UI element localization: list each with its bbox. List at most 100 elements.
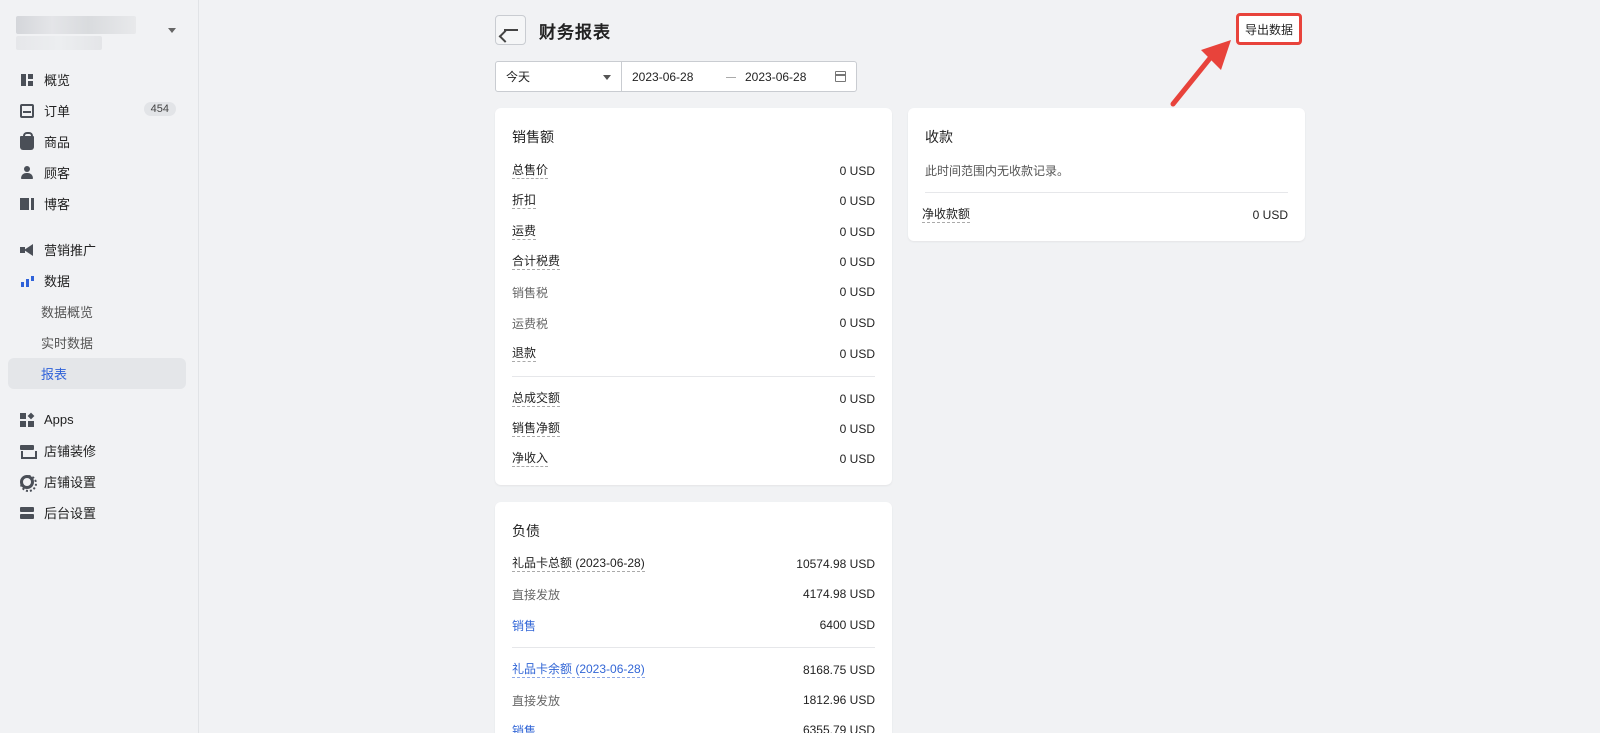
sidebar-item-orders[interactable]: 订单 454 [8,95,186,126]
sidebar-item-label: 数据 [44,274,71,289]
start-date[interactable]: 2023-06-28 [632,70,693,84]
dashboard-icon [20,73,34,87]
row-value: 0 USD [839,422,875,436]
row-label[interactable]: 礼品卡总额 (2023-06-28) [512,556,645,572]
end-date[interactable]: 2023-06-28 [745,70,806,84]
row-value: 0 USD [1252,208,1288,222]
row-value: 0 USD [839,285,875,299]
sidebar-item-marketing[interactable]: 营销推广 [8,234,186,265]
table-row: 退款 0 USD [512,344,875,364]
divider [512,647,875,648]
row-label[interactable]: 净收入 [512,451,549,467]
sidebar-item-products[interactable]: 商品 [8,126,186,157]
row-label-link[interactable]: 销售 [512,617,536,634]
blog-icon [20,197,34,211]
sidebar-item-label: 概览 [44,73,71,88]
row-value: 0 USD [839,392,875,406]
sidebar-item-label: 博客 [44,197,71,212]
store-switcher[interactable] [16,16,182,52]
row-label[interactable]: 总售价 [512,163,549,179]
row-label-link[interactable]: 销售 [512,722,536,733]
apps-icon [20,412,34,427]
divider [512,376,875,377]
sidebar-item-live-data[interactable]: 实时数据 [8,327,186,358]
table-row: 礼品卡总额 (2023-06-28) 10574.98 USD [512,554,875,574]
sidebar-item-label: Apps [44,412,74,427]
row-label[interactable]: 合计税费 [512,254,561,270]
sidebar-item-customers[interactable]: 顾客 [8,157,186,188]
back-button[interactable] [495,15,526,45]
store-name-blurred [16,16,136,34]
sidebar-item-label: 店铺设置 [44,475,97,490]
table-row: 净收款额 0 USD [922,205,1288,225]
orders-count-badge: 454 [143,102,176,116]
row-label[interactable]: 折扣 [512,193,537,209]
sidebar-item-admin-settings[interactable]: 后台设置 [8,497,186,528]
row-label: 直接发放 [512,693,561,708]
sidebar-item-label: 商品 [44,135,71,150]
row-value: 6355.79 USD [802,723,875,733]
table-row: 销售税 0 USD [512,282,875,302]
page-title: 财务报表 [539,23,611,42]
card-title: 销售额 [512,129,554,145]
row-value: 4174.98 USD [802,587,875,601]
bar-chart-icon [20,274,34,288]
calendar-icon[interactable] [835,71,846,82]
row-value: 0 USD [839,164,875,178]
row-label[interactable]: 总成交额 [512,391,561,407]
row-label[interactable]: 净收款额 [922,207,971,223]
date-range-select[interactable]: 今天 [495,61,622,92]
divider [925,192,1288,193]
sidebar-item-label: 店铺装修 [44,444,97,459]
row-value: 0 USD [839,452,875,466]
row-value: 10574.98 USD [796,557,875,571]
date-range-picker[interactable]: 2023-06-28 2023-06-28 [621,61,857,92]
sidebar: 概览 订单 454 商品 顾客 博客 营销推广 数据 数据概览 实时数据 报表 … [0,0,199,733]
row-value: 0 USD [839,347,875,361]
row-label: 直接发放 [512,587,561,602]
sidebar-nav: 概览 订单 454 商品 顾客 博客 营销推广 数据 数据概览 实时数据 报表 … [8,64,186,528]
sidebar-item-label: 数据概览 [41,305,94,320]
row-value: 0 USD [839,225,875,239]
inbox-icon [20,103,34,118]
chevron-down-icon [168,28,176,33]
row-label: 运费税 [512,316,549,331]
sidebar-item-blog[interactable]: 博客 [8,188,186,219]
sidebar-item-store-settings[interactable]: 店铺设置 [8,466,186,497]
receipts-card: 收款 此时间范围内无收款记录。 净收款额 0 USD [908,108,1305,241]
bag-icon [20,131,34,150]
table-row: 运费 0 USD [512,222,875,242]
row-value: 0 USD [839,194,875,208]
sidebar-item-label: 订单 [44,104,71,119]
row-label[interactable]: 运费 [512,224,537,240]
table-row: 折扣 0 USD [512,191,875,211]
row-value: 0 USD [839,316,875,330]
sidebar-item-analytics-overview[interactable]: 数据概览 [8,296,186,327]
sidebar-item-store-design[interactable]: 店铺装修 [8,435,186,466]
sidebar-item-overview[interactable]: 概览 [8,64,186,95]
sidebar-item-label: 后台设置 [44,506,97,521]
row-label[interactable]: 退款 [512,346,537,362]
annotation-arrow-icon [1170,40,1231,107]
arrow-left-icon [503,29,518,31]
sidebar-item-apps[interactable]: Apps [8,404,186,435]
sidebar-item-reports[interactable]: 报表 [8,358,186,389]
sidebar-item-analytics[interactable]: 数据 [8,265,186,296]
date-range-value: 今天 [506,70,531,84]
sales-card: 销售额 总售价 0 USD 折扣 0 USD 运费 0 USD 合计税费 0 U… [495,108,892,485]
sidebar-item-label: 实时数据 [41,336,94,351]
export-data-button[interactable]: 导出数据 [1236,13,1302,45]
server-icon [20,506,34,520]
row-label-link[interactable]: 礼品卡余额 (2023-06-28) [512,662,645,678]
row-label[interactable]: 销售净额 [512,421,561,437]
date-separator [726,77,736,78]
table-row: 运费税 0 USD [512,313,875,333]
table-row: 合计税费 0 USD [512,252,875,272]
table-row: 净收入 0 USD [512,449,875,469]
table-row: 礼品卡余额 (2023-06-28) 8168.75 USD [512,660,875,680]
table-row: 直接发放 4174.98 USD [512,584,875,604]
table-row: 销售 6355.79 USD [512,720,875,733]
person-icon [20,165,34,180]
row-value: 8168.75 USD [802,663,875,677]
card-title: 收款 [925,129,953,145]
